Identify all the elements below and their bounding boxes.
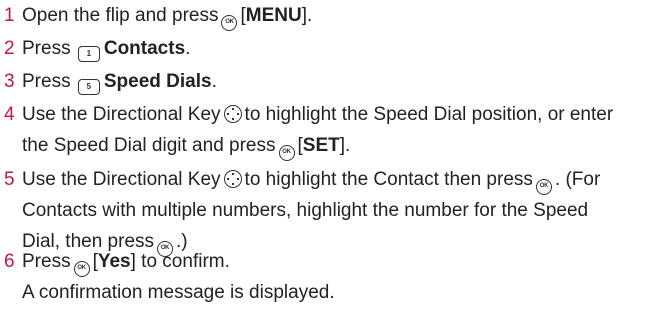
step-text-part: the Speed Dial digit and press	[22, 135, 276, 156]
step-text-line-2: the Speed Dial digit and press[SET].	[22, 131, 350, 161]
step-number: 5	[4, 169, 15, 190]
step-text-part: ].	[339, 135, 351, 156]
step-text-line-1: Use the Directional Key to highlight the …	[22, 165, 600, 195]
step-number: 6	[4, 251, 15, 272]
step-text-part: .	[185, 38, 191, 59]
step-number: 2	[4, 38, 15, 59]
menu-item-speed-dials: Speed Dials	[103, 71, 212, 92]
key-label-set: SET	[302, 135, 340, 156]
step-text-part: ].	[301, 5, 313, 26]
step-text-part: Use the Directional Key	[22, 169, 221, 190]
step-text-part: Press	[22, 251, 71, 272]
step-text: Press 1 Contacts.	[22, 34, 190, 63]
ok-key-icon	[73, 261, 90, 277]
instruction-steps: 1 Open the flip and press[MENU]. 2 Press…	[0, 0, 661, 311]
step-text-line-1: Press[Yes] to confirm.	[22, 247, 230, 277]
ok-key-icon	[535, 179, 552, 195]
step-number: 3	[4, 71, 15, 92]
step-text-line-2: A confirmation message is displayed.	[22, 282, 335, 303]
menu-item-contacts: Contacts	[103, 38, 186, 59]
directional-key-icon	[223, 105, 242, 123]
directional-key-icon	[223, 170, 242, 188]
step-text-part: Press	[22, 71, 71, 92]
step-text-part: ] to confirm.	[130, 251, 230, 272]
step-text-line-2: Contacts with multiple numbers, highligh…	[22, 200, 589, 221]
step-text-part: .	[211, 71, 217, 92]
step-text-part: Use the Directional Key	[22, 104, 221, 125]
step-text: Press 5 Speed Dials.	[22, 67, 217, 96]
step-text-part: to highlight the Speed Dial position, or…	[244, 104, 614, 125]
step-text-part: to highlight the Contact then press	[244, 169, 533, 190]
step-text-part: . (For	[554, 169, 601, 190]
step-text: Open the flip and press[MENU].	[22, 1, 312, 31]
step-number: 1	[4, 5, 15, 26]
key-label-menu: MENU	[245, 5, 302, 26]
number-key-icon: 1	[77, 46, 100, 62]
number-key-icon: 5	[77, 79, 100, 95]
key-label-yes: Yes	[97, 251, 131, 272]
step-text-line-1: Use the Directional Key to highlight the …	[22, 100, 613, 129]
ok-key-icon	[221, 15, 238, 31]
ok-key-icon	[278, 145, 295, 161]
step-text-part: Press	[22, 38, 71, 59]
step-number: 4	[4, 104, 15, 125]
step-text-part: Open the flip and press	[22, 5, 219, 26]
